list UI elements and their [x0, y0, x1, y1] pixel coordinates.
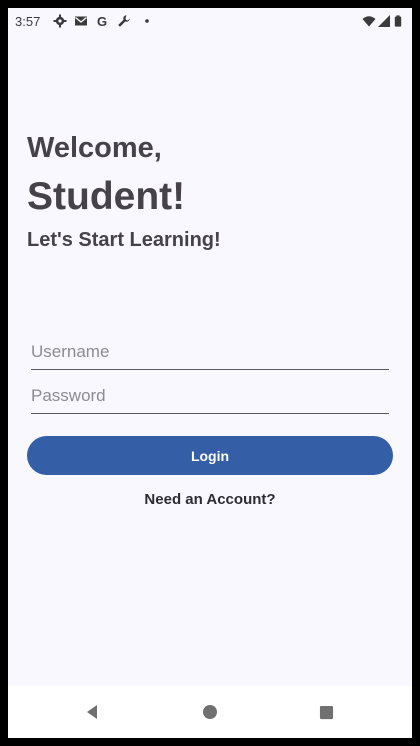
wrench-icon [117, 14, 131, 28]
google-icon: G [96, 13, 108, 29]
home-icon[interactable] [198, 700, 222, 724]
need-account-link[interactable]: Need an Account? [8, 491, 412, 508]
student-heading: Student! [27, 175, 186, 218]
app-screen: 3:57 G Welcome, Student! Let's Start Lea… [8, 8, 412, 738]
wifi-icon [362, 14, 376, 28]
username-input[interactable] [31, 335, 389, 370]
navigation-bar [8, 686, 412, 738]
password-input[interactable] [31, 379, 389, 414]
settings-icon [53, 14, 67, 28]
login-button[interactable]: Login [27, 436, 393, 475]
gmail-icon [74, 14, 88, 28]
dot-icon [140, 14, 154, 28]
device-frame: 3:57 G Welcome, Student! Let's Start Lea… [0, 0, 420, 746]
status-bar: 3:57 G [8, 8, 412, 36]
signal-icon [377, 14, 391, 28]
tagline-text: Let's Start Learning! [27, 229, 221, 251]
back-icon[interactable] [80, 700, 104, 724]
welcome-heading: Welcome, [27, 132, 162, 164]
battery-icon [393, 14, 403, 28]
recents-icon[interactable] [314, 700, 338, 724]
status-time: 3:57 [15, 14, 41, 29]
